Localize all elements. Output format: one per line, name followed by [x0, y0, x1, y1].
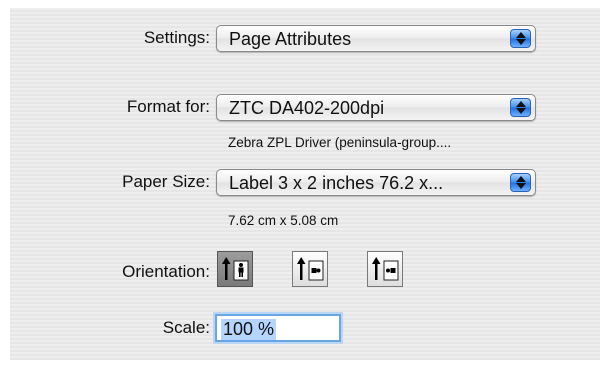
- format-for-popup[interactable]: ZTC DA402-200dpi: [216, 94, 536, 121]
- paper-size-popup[interactable]: Label 3 x 2 inches 76.2 x...: [216, 169, 536, 196]
- format-for-value: ZTC DA402-200dpi: [229, 98, 385, 118]
- paper-dimensions: 7.62 cm x 5.08 cm: [228, 213, 339, 228]
- scale-input[interactable]: 100 %: [215, 314, 341, 342]
- landscape-right-orientation-icon: [372, 257, 399, 281]
- format-for-label: Format for:: [126, 97, 210, 116]
- popup-arrows-icon: [510, 29, 531, 48]
- orientation-landscape-left-button[interactable]: [292, 251, 328, 287]
- paper-size-label: Paper Size:: [122, 172, 210, 191]
- settings-value: Page Attributes: [229, 29, 352, 49]
- settings-popup[interactable]: Page Attributes: [216, 25, 536, 52]
- orientation-landscape-right-button[interactable]: [367, 251, 403, 287]
- orientation-portrait-button[interactable]: [217, 251, 253, 287]
- portrait-orientation-icon: [222, 257, 249, 281]
- paper-size-value: Label 3 x 2 inches 76.2 x...: [229, 173, 444, 193]
- printer-driver-info: Zebra ZPL Driver (peninsula-group....: [228, 135, 452, 150]
- orientation-label: Orientation:: [122, 262, 210, 281]
- popup-arrows-icon: [510, 173, 531, 192]
- page-setup-panel: Settings: Page Attributes Format for: ZT…: [10, 8, 600, 360]
- scale-value: 100 %: [221, 319, 277, 340]
- settings-label: Settings:: [143, 28, 210, 47]
- landscape-left-orientation-icon: [297, 257, 324, 281]
- popup-arrows-icon: [510, 98, 531, 117]
- scale-label: Scale:: [162, 318, 210, 337]
